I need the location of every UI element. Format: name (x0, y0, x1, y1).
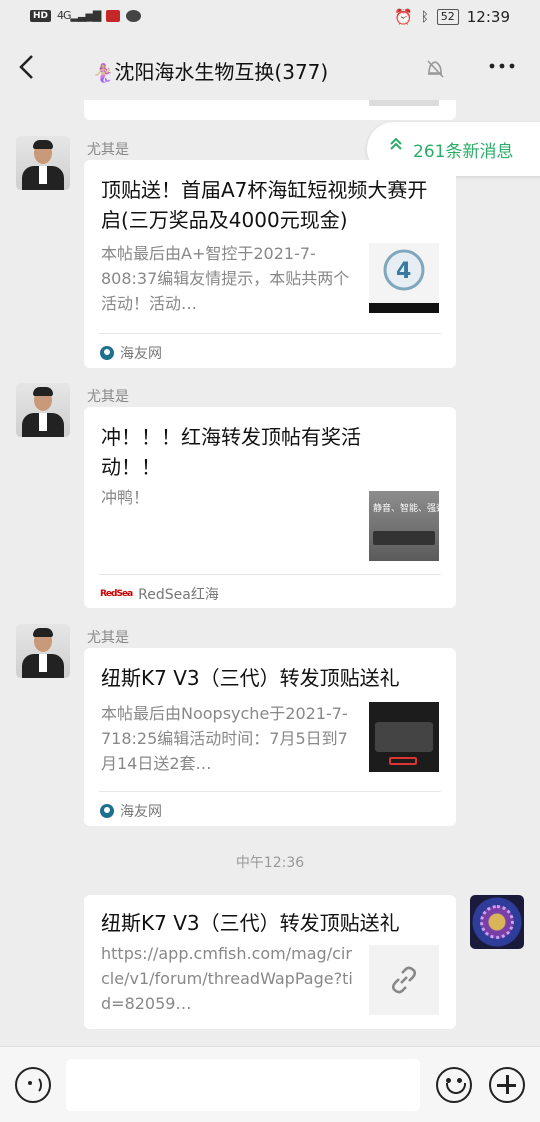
redsea-logo-icon: RedSea (100, 589, 133, 599)
card-divider (99, 574, 441, 575)
voice-icon[interactable] (15, 1067, 51, 1103)
card-title: 顶贴送！首届A7杯海缸短视频大赛开启(三万奖品及4000元现金) (101, 178, 428, 232)
avatar[interactable] (16, 383, 70, 437)
svg-text:4: 4 (396, 259, 411, 284)
more-dots-icon[interactable] (488, 54, 518, 78)
link-card[interactable]: 纽斯K7 V3（三代）转发顶贴送礼 本帖最后由Noopsyche于2021-7-… (84, 648, 456, 826)
status-bar: HD 4G▂▃▅▇ ⏰ ᛒ 52 12:39 (0, 0, 540, 36)
card-source: RedSea RedSea红海 (100, 584, 219, 604)
card-divider (99, 791, 441, 792)
bell-off-icon (425, 58, 447, 80)
message-input[interactable] (66, 1059, 420, 1111)
card-thumbnail: 静音、智能、强劲 (369, 491, 439, 561)
card-desc: 冲鸭！ (101, 488, 150, 507)
chat-area[interactable]: 261条新消息 尤其是 顶贴送！首届A7杯海缸短视频大赛开启(三万奖品及4000… (0, 100, 540, 1046)
card-url: https://app.cmfish.com/mag/circle/v1/for… (101, 944, 353, 1013)
chevron-left-icon[interactable] (16, 52, 40, 86)
status-left: HD 4G▂▃▅▇ (30, 9, 142, 22)
card-desc: 本帖最后由A+智控于2021-7-808:37编辑友情提示，本贴共两个活动！活动… (101, 244, 350, 313)
input-bar (0, 1046, 540, 1122)
card-thumbnail (369, 702, 439, 772)
previous-card-fragment (84, 100, 456, 120)
card-divider (99, 333, 441, 334)
sender-name: 尤其是 (87, 142, 129, 158)
card-source: 海友网 (100, 343, 162, 363)
plus-icon[interactable] (489, 1067, 525, 1103)
status-right: ⏰ ᛒ 52 12:39 (394, 8, 510, 26)
source-label: 海友网 (120, 804, 162, 820)
huawei-icon (106, 9, 121, 22)
alarm-icon: ⏰ (394, 8, 413, 26)
chat-header: 🧜🏼‍♀️沈阳海水生物互换(377) (0, 36, 540, 100)
link-card[interactable]: 冲！！！红海转发顶帖有奖活动！！ 冲鸭！ 静音、智能、强劲 RedSea Red… (84, 407, 456, 608)
haiyou-logo-icon (100, 346, 114, 360)
self-avatar[interactable] (470, 895, 524, 949)
link-card-self[interactable]: 纽斯K7 V3（三代）转发顶贴送礼 https://app.cmfish.com… (84, 895, 456, 1029)
source-label: RedSea红海 (138, 587, 219, 603)
status-time: 12:39 (466, 8, 510, 26)
battery-icon: 52 (436, 9, 459, 25)
card-desc: 本帖最后由Noopsyche于2021-7-718:25编辑活动时间：7月5日到… (101, 704, 348, 773)
double-chevron-up-icon (389, 136, 403, 155)
link-card[interactable]: 顶贴送！首届A7杯海缸短视频大赛开启(三万奖品及4000元现金) 本帖最后由A+… (84, 160, 456, 368)
link-icon (369, 945, 439, 1015)
sender-name: 尤其是 (87, 389, 129, 405)
emoji-icon[interactable] (436, 1067, 472, 1103)
card-source: 海友网 (100, 801, 162, 821)
card-thumbnail: 4 (369, 243, 439, 313)
card-title: 纽斯K7 V3（三代）转发顶贴送礼 (101, 911, 400, 935)
source-label: 海友网 (120, 346, 162, 362)
card-title: 冲！！！红海转发顶帖有奖活动！！ (101, 425, 361, 479)
thumb-caption: 静音、智能、强劲 (373, 504, 439, 514)
network-signal: 4G▂▃▅▇ (57, 9, 101, 22)
haiyou-logo-icon (100, 804, 114, 818)
fragment-thumb (369, 100, 439, 106)
network-label: 4G (57, 9, 71, 22)
hd-badge: HD (30, 9, 52, 22)
title-emoji: 🧜🏼‍♀️ (92, 63, 115, 84)
sender-name: 尤其是 (87, 630, 129, 646)
avatar[interactable] (16, 624, 70, 678)
bluetooth-icon: ᛒ (420, 9, 429, 25)
title-text: 沈阳海水生物互换(377) (114, 60, 329, 84)
card-title: 纽斯K7 V3（三代）转发顶贴送礼 (101, 666, 400, 690)
page-title: 🧜🏼‍♀️沈阳海水生物互换(377) (92, 56, 432, 85)
message-timestamp: 中午12:36 (235, 855, 305, 871)
new-messages-label: 261条新消息 (413, 142, 514, 162)
avatar[interactable] (16, 136, 70, 190)
message-bubble-icon (126, 9, 142, 22)
